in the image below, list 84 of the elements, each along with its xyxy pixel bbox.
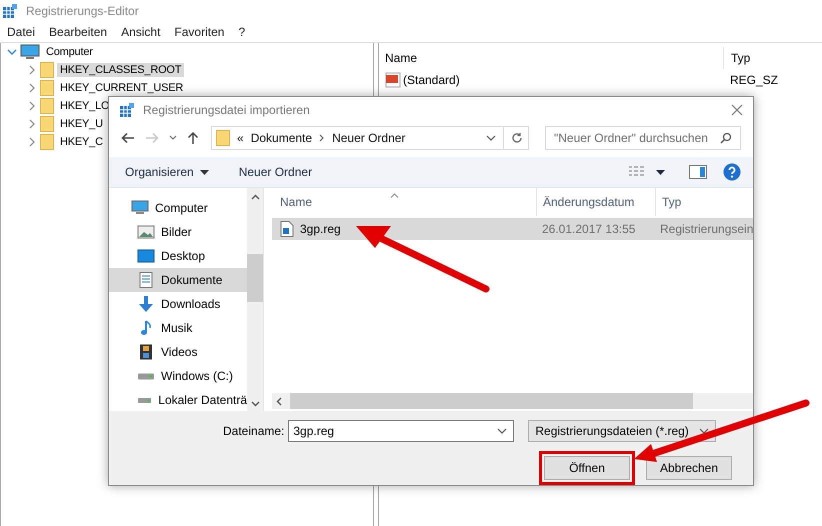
registry-file-icon <box>280 221 294 237</box>
nav-item[interactable]: Videos <box>109 340 247 364</box>
down-arrow-icon <box>137 296 155 312</box>
column-header[interactable]: Änderungsdatum <box>536 188 655 216</box>
menu-item[interactable]: Bearbeiten <box>49 25 108 39</box>
computer-icon <box>20 44 40 60</box>
scroll-thumb[interactable] <box>247 254 263 302</box>
tree-item[interactable]: HKEY_CLASSES_ROOT <box>57 63 184 77</box>
search-field[interactable]: "Neuer Ordner" durchsuchen <box>545 126 741 150</box>
file-name: 3gp.reg <box>300 222 341 236</box>
nav-item[interactable]: Desktop <box>109 244 247 268</box>
chevron-icon[interactable] <box>486 134 496 142</box>
tree-item[interactable]: HKEY_U <box>57 117 106 131</box>
value-type: REG_SZ <box>729 73 778 87</box>
tree-item[interactable]: HKEY_CURRENT_USER <box>57 81 186 95</box>
organize-menu[interactable]: Organisieren <box>125 165 209 179</box>
nav-item[interactable]: Windows (C:) <box>109 364 247 388</box>
caret-icon[interactable] <box>200 170 209 174</box>
menu-item[interactable]: Ansicht <box>121 25 160 39</box>
folder-icon <box>40 62 54 78</box>
column-header[interactable]: Name <box>272 195 536 209</box>
filename-label: Dateiname: <box>223 424 284 438</box>
string-value-icon <box>385 72 401 88</box>
chevron-icon[interactable] <box>7 47 17 57</box>
menu-item[interactable]: Favoriten <box>174 25 224 39</box>
file-row[interactable]: 3gp.reg 26.01.2017 13:55 Registrierungsein <box>272 218 754 240</box>
file-type-dropdown[interactable]: Registrierungsdateien (*.reg) <box>528 420 716 442</box>
chevron-icon[interactable] <box>699 427 710 435</box>
close-icon[interactable] <box>731 104 743 116</box>
drive-icon <box>138 372 154 380</box>
window-title: Registrierungs-Editor <box>26 4 139 18</box>
dialog-button[interactable]: Öffnen <box>544 456 630 480</box>
help-icon[interactable] <box>723 163 741 181</box>
overflow-marker[interactable]: « <box>237 131 244 145</box>
nav-item[interactable]: Bilder <box>109 220 247 244</box>
scroll-left-icon[interactable] <box>276 396 282 406</box>
breadcrumb[interactable]: Dokumente <box>250 131 312 145</box>
preview-pane-icon[interactable] <box>689 165 707 179</box>
up-arrow-icon[interactable] <box>187 131 199 145</box>
nav-item[interactable]: Computer <box>109 196 247 220</box>
tree-item[interactable]: HKEY_C <box>57 135 106 149</box>
menu-item[interactable]: ? <box>238 25 246 39</box>
folder-icon <box>40 116 54 132</box>
computer-icon <box>131 200 149 216</box>
separator-icon <box>319 134 326 142</box>
nav-item[interactable]: Dokumente <box>109 268 247 292</box>
film-strip-icon <box>137 344 155 360</box>
column-header[interactable]: Typ <box>655 188 754 216</box>
caret-icon[interactable] <box>656 170 665 174</box>
file-date: 26.01.2017 13:55 <box>541 222 636 236</box>
breadcrumb[interactable]: Neuer Ordner <box>332 131 406 145</box>
back-arrow-icon[interactable] <box>121 132 135 144</box>
folder-icon <box>40 80 54 96</box>
value-name: (Standard) <box>403 73 460 87</box>
refresh-icon[interactable] <box>511 132 523 144</box>
search-icon <box>720 132 732 144</box>
folder-icon <box>40 134 54 150</box>
scroll-down-icon[interactable] <box>250 401 260 407</box>
column-header[interactable]: Typ <box>723 47 750 69</box>
dialog-button[interactable]: Abbrechen <box>646 456 732 480</box>
dialog-title: Registrierungsdatei importieren <box>143 103 311 117</box>
nav-item[interactable]: Lokaler Datenträ <box>109 388 247 411</box>
registry-icon <box>119 102 135 118</box>
file-type: Registrierungsein <box>659 222 754 236</box>
filename-field[interactable]: 3gp.reg <box>288 420 514 442</box>
drive-icon <box>138 396 152 404</box>
folder-icon <box>216 130 230 146</box>
scrollbar[interactable] <box>272 393 754 409</box>
menu-item[interactable]: Datei <box>7 25 36 39</box>
new-folder-button[interactable]: Neuer Ordner <box>238 165 312 179</box>
tree-item[interactable]: Computer <box>43 45 96 59</box>
nav-item[interactable]: Musik <box>109 316 247 340</box>
document-icon <box>137 272 155 288</box>
scroll-up-icon[interactable] <box>250 194 260 200</box>
picture-icon <box>137 224 155 240</box>
folder-icon <box>40 98 54 114</box>
desktop-icon <box>137 248 155 264</box>
address-bar[interactable]: « Dokumente Neuer Ordner <box>211 126 529 150</box>
chevron-icon[interactable] <box>497 427 508 435</box>
nav-item[interactable]: Downloads <box>109 292 247 316</box>
chevron-icon[interactable] <box>169 135 177 141</box>
column-header[interactable]: Name <box>385 51 723 65</box>
scrollbar[interactable] <box>247 188 263 411</box>
sort-caret-icon <box>390 193 399 198</box>
